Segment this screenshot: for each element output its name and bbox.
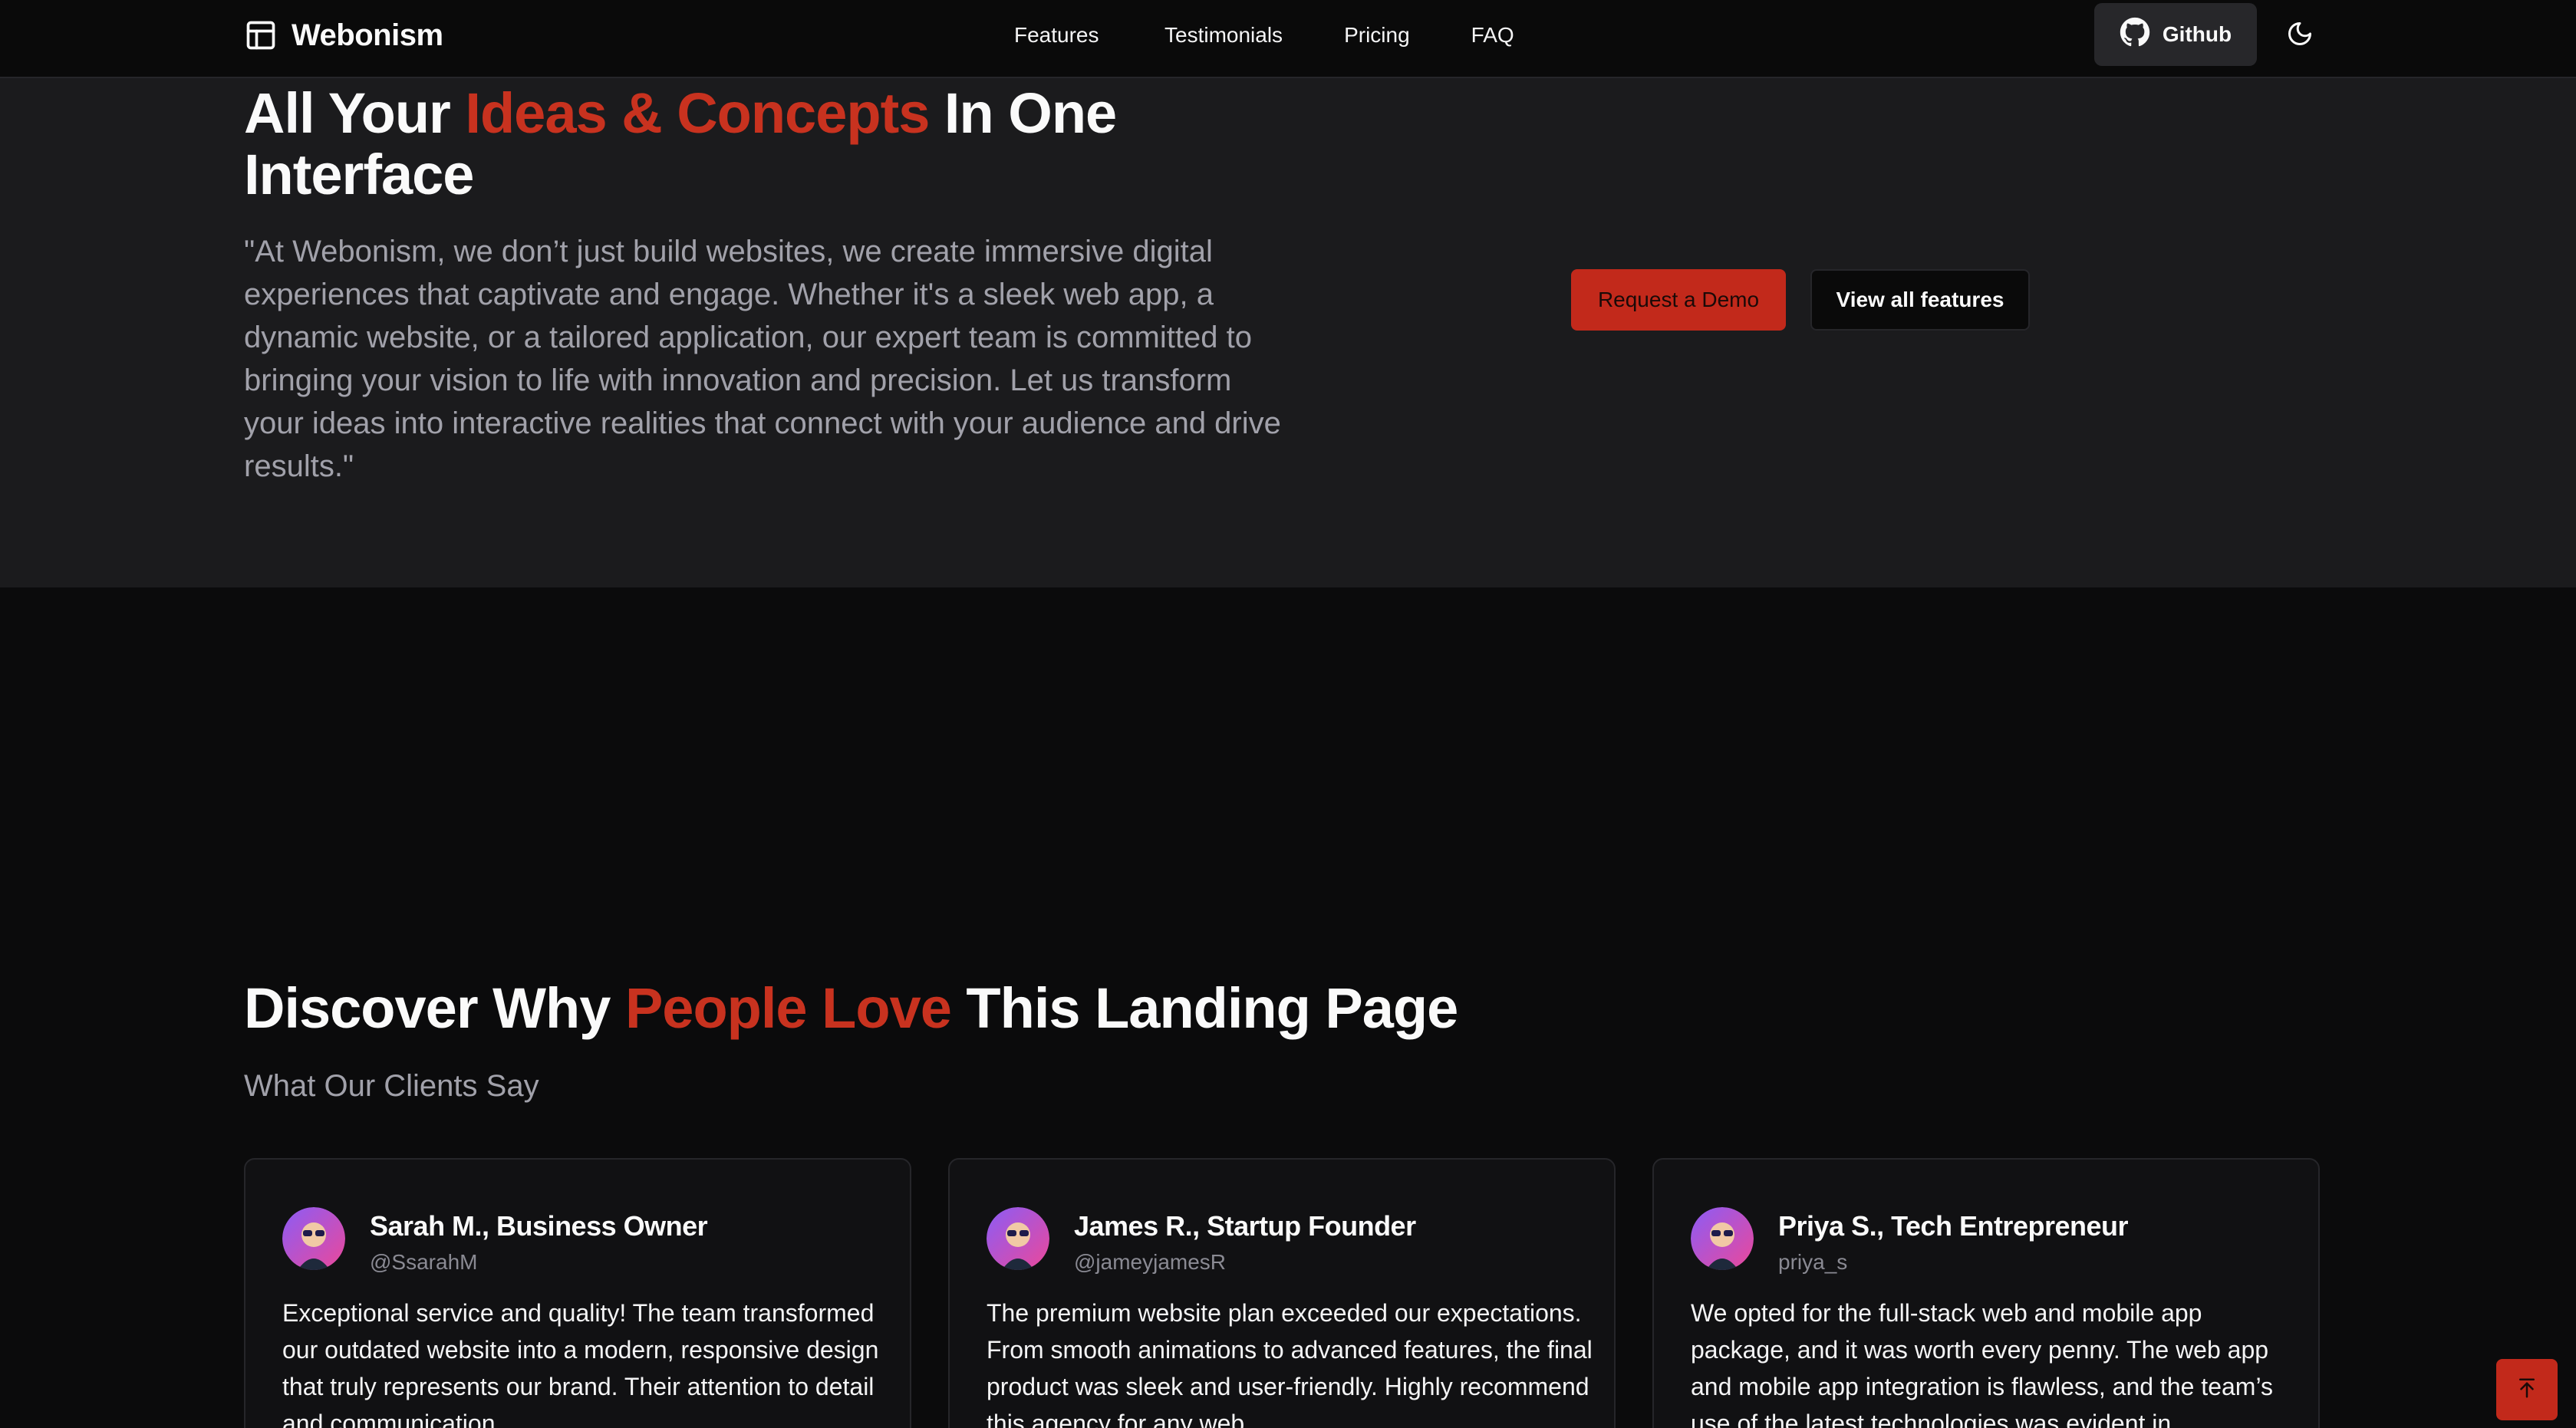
testimonial-text: The premium website plan exceeded our ex… [987, 1299, 1593, 1428]
testimonial-name: James R., Startup Founder [1074, 1210, 1416, 1242]
testimonials-title: Discover Why People Love This Landing Pa… [244, 976, 1458, 1041]
github-button-label: Github [2162, 22, 2232, 46]
landing-page: Webonism Features Testimonials Pricing F… [0, 0, 2576, 1428]
request-demo-button[interactable]: Request a Demo [1571, 269, 1786, 331]
testimonial-handle: @SsarahM [370, 1250, 478, 1274]
testimonial-card: James R., Startup Founder @jameyjamesR T… [948, 1158, 1616, 1428]
panel-left-layout-icon [244, 18, 278, 52]
testimonial-text: Exceptional service and quality! The tea… [282, 1299, 879, 1428]
nav-links: Features Testimonials Pricing FAQ [1014, 18, 1514, 52]
testimonials-title-part2: This Landing Page [950, 976, 1458, 1040]
nav-link-pricing[interactable]: Pricing [1344, 18, 1410, 52]
testimonial-card: Priya S., Tech Entrepreneur priya_s We o… [1652, 1158, 2320, 1428]
avatar [1691, 1207, 1754, 1270]
testimonials-subtitle: What Our Clients Say [244, 1069, 539, 1103]
hero-quote: "At Webonism, we don’t just build websit… [244, 235, 1281, 483]
testimonial-card: Sarah M., Business Owner @SsarahM Except… [244, 1158, 911, 1428]
avatar [282, 1207, 345, 1270]
scroll-to-top-button[interactable] [2496, 1359, 2558, 1420]
testimonial-name: Priya S., Tech Entrepreneur [1778, 1210, 2129, 1242]
view-all-features-button[interactable]: View all features [1810, 269, 2030, 331]
testimonials-title-accent: People Love [624, 976, 952, 1040]
github-icon [2120, 17, 2150, 53]
testimonial-name: Sarah M., Business Owner [370, 1210, 708, 1242]
testimonial-text: We opted for the full-stack web and mobi… [1691, 1299, 2273, 1428]
testimonial-handle: @jameyjamesR [1074, 1250, 1227, 1274]
brand-name: Webonism [292, 18, 443, 52]
nav-link-testimonials[interactable]: Testimonials [1164, 18, 1283, 52]
hero-title-part1: All Your [244, 81, 466, 145]
hero-section: All Your Ideas & Concepts In One Interfa… [0, 78, 2576, 587]
testimonials-title-part1: Discover Why [244, 976, 625, 1040]
arrow-up-to-line-icon [2515, 1377, 2538, 1403]
hero-title: All Your Ideas & Concepts In One Interfa… [244, 83, 1164, 206]
hero-title-accent: Ideas & Concepts [465, 81, 930, 145]
theme-toggle-button[interactable] [2281, 17, 2318, 54]
nav-link-features[interactable]: Features [1014, 18, 1103, 52]
avatar [987, 1207, 1049, 1270]
testimonial-handle: priya_s [1778, 1250, 1848, 1274]
moon-icon [2286, 20, 2314, 51]
github-button[interactable]: Github [2094, 3, 2257, 66]
brand[interactable]: Webonism [244, 14, 443, 57]
nav-link-faq[interactable]: FAQ [1471, 18, 1514, 52]
navbar: Webonism Features Testimonials Pricing F… [0, 0, 2576, 78]
